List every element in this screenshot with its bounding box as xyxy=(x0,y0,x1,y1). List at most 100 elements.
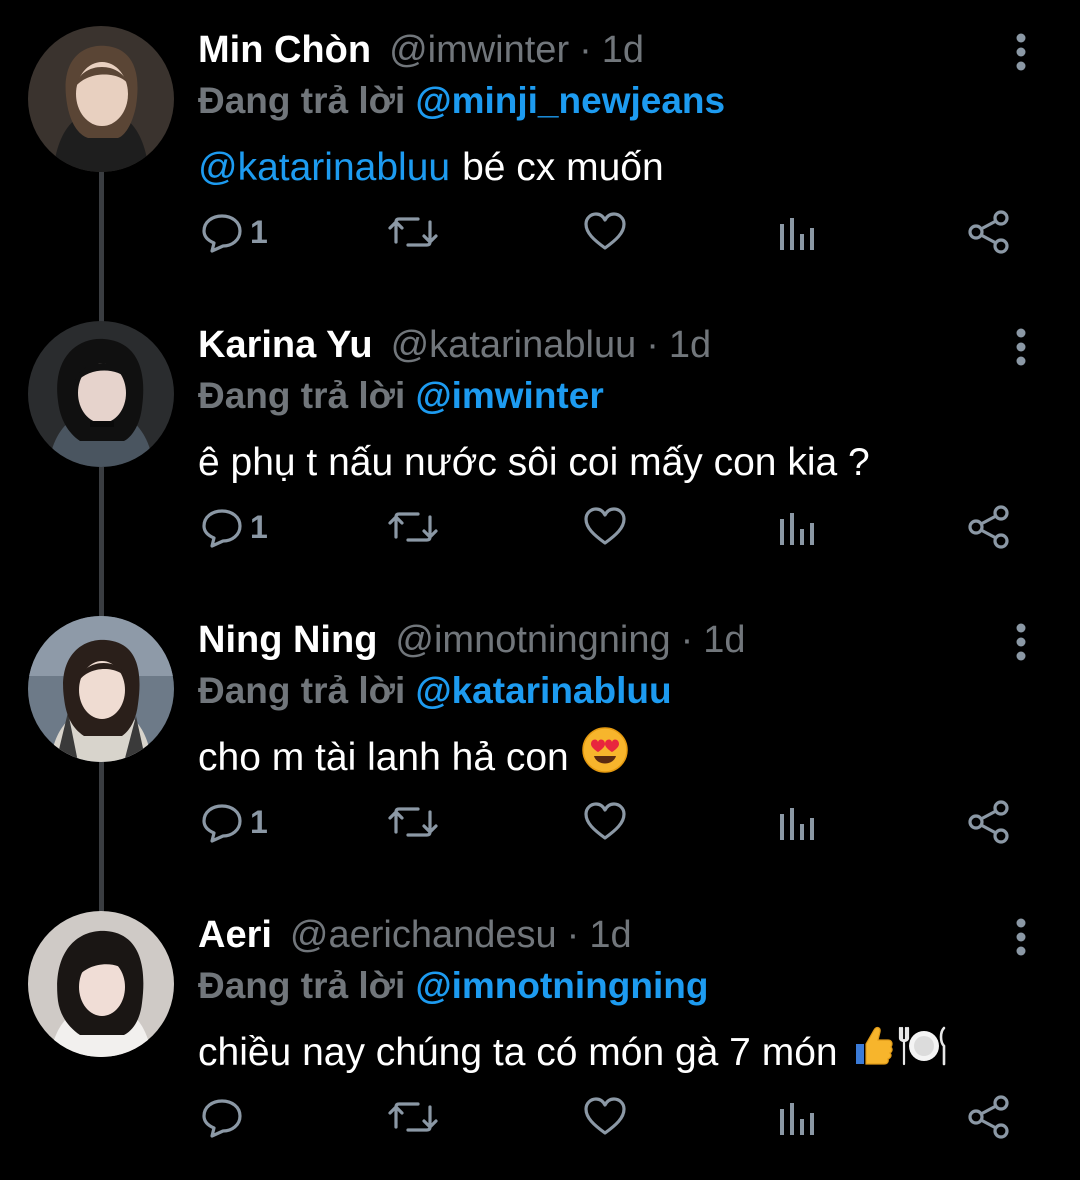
tweet-actions: 1 xyxy=(0,497,1080,557)
like-button[interactable] xyxy=(582,497,628,557)
tweet-text-content: bé cx muốn xyxy=(462,146,664,189)
tweet-text: @katarinabluu bé cx muốn xyxy=(198,140,664,196)
retweet-icon xyxy=(388,1102,438,1132)
username[interactable]: @katarinabluu xyxy=(391,319,637,371)
username[interactable]: @imwinter xyxy=(389,24,569,76)
replying-to-mention[interactable]: @imnotningning xyxy=(416,965,709,1006)
replying-label: Đang trả lời xyxy=(198,375,406,416)
retweet-button[interactable] xyxy=(388,202,438,262)
body-mention[interactable]: @katarinabluu xyxy=(198,140,450,196)
timestamp[interactable]: 1d xyxy=(589,909,631,961)
share-icon xyxy=(968,210,1009,254)
heart-eyes-emoji xyxy=(581,726,629,790)
tweet[interactable]: Karina Yu @katarinabluu · 1d Đang trả lờ… xyxy=(0,295,1080,590)
avatar[interactable] xyxy=(28,616,174,762)
share-button[interactable] xyxy=(966,497,1012,557)
like-icon xyxy=(584,212,626,250)
avatar-image xyxy=(28,321,174,467)
views-button[interactable] xyxy=(778,497,816,557)
retweet-icon xyxy=(388,807,438,837)
timestamp[interactable]: 1d xyxy=(703,614,745,666)
username[interactable]: @aerichandesu xyxy=(290,909,557,961)
share-icon xyxy=(968,1095,1009,1139)
share-icon xyxy=(968,505,1009,549)
timestamp[interactable]: 1d xyxy=(602,24,644,76)
like-icon xyxy=(584,507,626,545)
tweet[interactable]: Ning Ning @imnotningning · 1d Đang trả l… xyxy=(0,590,1080,885)
retweet-button[interactable] xyxy=(388,497,438,557)
tweet-actions: 1 xyxy=(0,202,1080,262)
timestamp[interactable]: 1d xyxy=(669,319,711,371)
share-button[interactable] xyxy=(966,1087,1012,1147)
views-button[interactable] xyxy=(778,202,816,262)
like-button[interactable] xyxy=(582,1087,628,1147)
more-icon[interactable] xyxy=(1004,915,1038,959)
replying-label: Đang trả lời xyxy=(198,80,406,121)
reply-count: 1 xyxy=(250,508,268,545)
more-icon[interactable] xyxy=(1004,325,1038,369)
reply-button[interactable]: 1 xyxy=(200,202,268,262)
thumbs-up-emoji xyxy=(850,1022,896,1084)
display-name[interactable]: Ning Ning xyxy=(198,614,377,666)
retweet-icon xyxy=(388,512,438,542)
replying-to-mention[interactable]: @imwinter xyxy=(416,375,604,416)
separator-dot: · xyxy=(680,619,694,661)
avatar[interactable] xyxy=(28,911,174,1057)
tweet-text-content: cho m tài lanh hả con xyxy=(198,736,569,779)
views-button[interactable] xyxy=(778,792,816,852)
share-icon xyxy=(968,800,1009,844)
views-icon xyxy=(780,808,814,840)
avatar[interactable] xyxy=(28,26,174,172)
reply-icon xyxy=(202,509,242,548)
avatar-image xyxy=(28,616,174,762)
replying-to: Đang trả lời @katarinabluu xyxy=(198,666,672,716)
display-name[interactable]: Karina Yu xyxy=(198,319,373,371)
views-button[interactable] xyxy=(778,1087,816,1147)
tweet-text-content: ê phụ t nấu nước sôi coi mấy con kia ? xyxy=(198,441,870,484)
avatar-image xyxy=(28,911,174,1057)
replying-to: Đang trả lời @imwinter xyxy=(198,371,604,421)
replying-label: Đang trả lời xyxy=(198,670,406,711)
tweet-text: cho m tài lanh hả con xyxy=(198,727,629,786)
more-icon[interactable] xyxy=(1004,620,1038,664)
reply-icon xyxy=(202,804,242,843)
replying-to-mention[interactable]: @katarinabluu xyxy=(416,670,672,711)
tweet[interactable]: Min Chòn @imwinter · 1d Đang trả lời @mi… xyxy=(0,0,1080,295)
like-button[interactable] xyxy=(582,202,628,262)
like-icon xyxy=(584,1097,626,1135)
views-icon xyxy=(780,1103,814,1135)
display-name[interactable]: Min Chòn xyxy=(198,24,371,76)
share-button[interactable] xyxy=(966,792,1012,852)
retweet-icon xyxy=(388,217,438,247)
reply-icon xyxy=(202,214,242,253)
reply-button[interactable] xyxy=(200,1087,250,1147)
separator-dot: · xyxy=(646,324,659,366)
reply-button[interactable]: 1 xyxy=(200,497,268,557)
reply-button[interactable]: 1 xyxy=(200,792,268,852)
separator-dot: · xyxy=(566,914,580,956)
retweet-button[interactable] xyxy=(388,1087,438,1147)
avatar-image xyxy=(28,26,174,172)
retweet-button[interactable] xyxy=(388,792,438,852)
display-name[interactable]: Aeri xyxy=(198,909,272,961)
replying-label: Đang trả lời xyxy=(198,965,406,1006)
replying-to-mention[interactable]: @minji_newjeans xyxy=(416,80,726,121)
share-button[interactable] xyxy=(966,202,1012,262)
more-icon[interactable] xyxy=(1004,30,1038,74)
tweet[interactable]: Aeri @aerichandesu · 1d Đang trả lời @im… xyxy=(0,885,1080,1180)
like-button[interactable] xyxy=(582,792,628,852)
tweet-text: ê phụ t nấu nước sôi coi mấy con kia ? xyxy=(198,435,870,491)
username[interactable]: @imnotningning xyxy=(395,614,670,666)
like-icon xyxy=(584,802,626,840)
avatar[interactable] xyxy=(28,321,174,467)
views-icon xyxy=(780,218,814,250)
replying-to: Đang trả lời @imnotningning xyxy=(198,961,708,1011)
plate-cutlery-emoji xyxy=(898,1022,948,1084)
tweet-text: chiều nay chúng ta có món gà 7 món xyxy=(198,1025,948,1081)
tweet-actions: 1 xyxy=(0,792,1080,852)
reply-count: 1 xyxy=(250,803,268,840)
separator-dot: · xyxy=(579,29,592,71)
tweet-actions xyxy=(0,1087,1080,1147)
reply-count: 1 xyxy=(250,213,268,250)
views-icon xyxy=(780,513,814,545)
